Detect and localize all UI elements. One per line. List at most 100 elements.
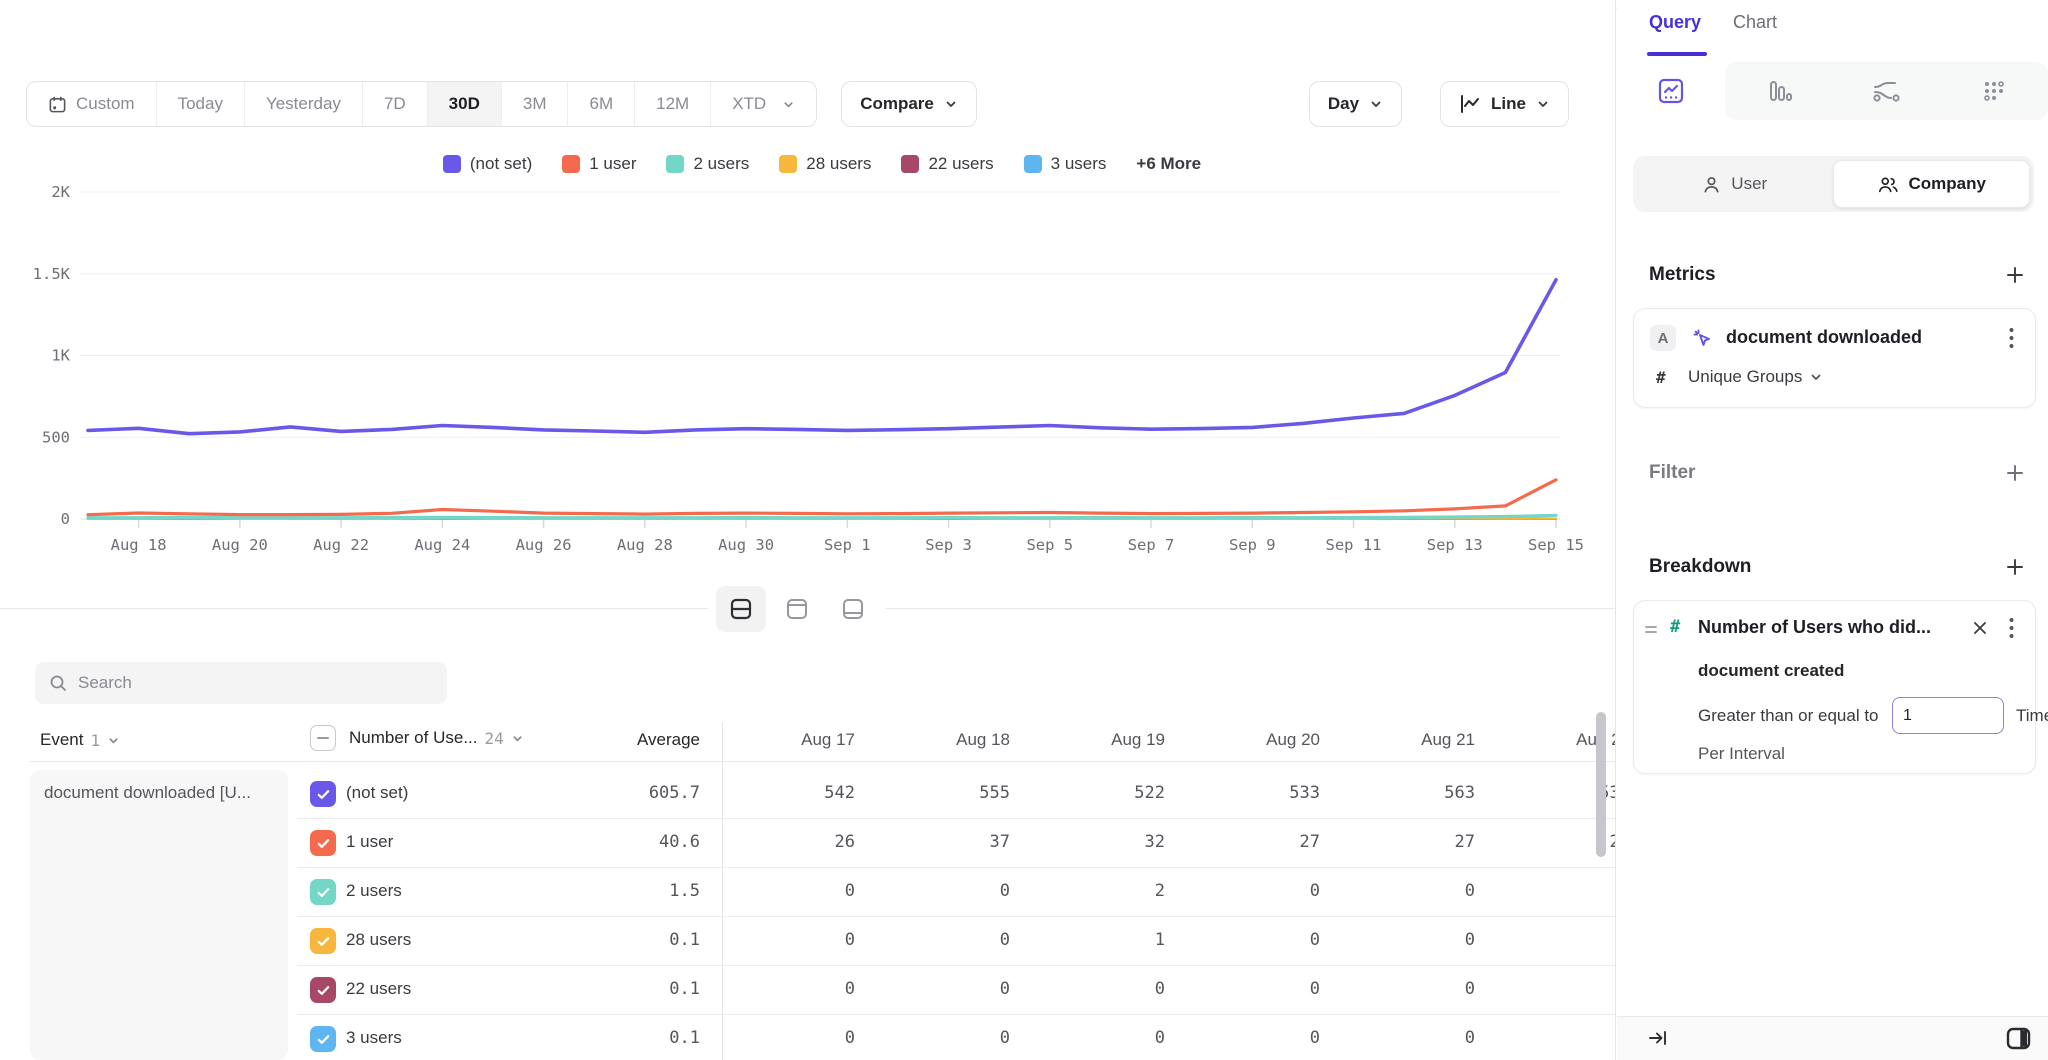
drag-handle-icon[interactable] xyxy=(1644,623,1658,641)
cell-value: 1 xyxy=(1035,930,1165,950)
table-row[interactable]: (not set)605.7542555522533563536 xyxy=(297,770,1616,819)
filter-section-title: Filter xyxy=(1649,462,1695,484)
range-button-7d[interactable]: 7D xyxy=(362,82,427,126)
chart-type-bar-tab[interactable] xyxy=(1725,62,1833,120)
series-checkbox[interactable] xyxy=(310,1026,336,1052)
event-count: 1 xyxy=(90,731,100,750)
range-button-6m[interactable]: 6M xyxy=(567,82,634,126)
table-row[interactable]: 1 user40.6263732272728 xyxy=(297,819,1616,868)
table-row[interactable]: 22 users0.1000000 xyxy=(297,966,1616,1015)
y-axis-tick-label: 500 xyxy=(42,428,70,446)
collapse-panel-icon[interactable] xyxy=(1647,1027,1669,1054)
main-content: Custom Today Yesterday7D 30D 3M 6M 12MXTD Comp… xyxy=(0,0,1616,1060)
chevron-down-icon xyxy=(1809,370,1823,384)
breakdown-kebab-menu[interactable] xyxy=(1999,615,2023,641)
event-column-header[interactable]: Event 1 xyxy=(40,730,120,750)
layout-split-button[interactable] xyxy=(716,586,766,632)
group-type-user[interactable]: User xyxy=(1637,160,1833,208)
cell-value: 0 xyxy=(725,1028,855,1048)
chart-type-inactive-group xyxy=(1725,62,2048,120)
series-header-label: Number of Use... xyxy=(349,728,478,748)
group-type-company[interactable]: Company xyxy=(1833,160,2031,208)
cell-value: 0 xyxy=(725,930,855,950)
tab-query[interactable]: Query xyxy=(1649,12,1701,33)
tab-chart[interactable]: Chart xyxy=(1733,12,1777,33)
breakdown-section-title: Breakdown xyxy=(1649,556,1751,578)
breakdown-condition-label[interactable]: Greater than or equal to xyxy=(1698,706,1879,726)
table-row[interactable]: 28 users0.1001000 xyxy=(297,917,1616,966)
compare-button[interactable]: Compare xyxy=(841,81,977,127)
range-button-xtd[interactable]: XTD xyxy=(710,82,816,126)
add-breakdown-button[interactable] xyxy=(2002,554,2028,580)
series-label: 28 users xyxy=(346,930,411,950)
measure-dropdown[interactable]: Unique Groups xyxy=(1688,367,1823,387)
average-value: 605.7 xyxy=(560,783,700,803)
layout-chart-only-button[interactable] xyxy=(772,586,822,632)
interval-dropdown[interactable]: Day xyxy=(1309,81,1402,127)
breakdown-close-button[interactable] xyxy=(1969,617,1991,639)
cell-value: 0 xyxy=(880,979,1010,999)
range-label: 6M xyxy=(589,94,613,114)
cell-value: 533 xyxy=(1190,783,1320,803)
range-label: Custom xyxy=(76,94,135,114)
cell-value: 27 xyxy=(1345,832,1475,852)
table-row[interactable]: 2 users1.5002000 xyxy=(297,868,1616,917)
metric-event-name[interactable]: document downloaded xyxy=(1726,327,1922,348)
add-metric-button[interactable] xyxy=(2002,262,2028,288)
x-axis-tick-label: Aug 26 xyxy=(516,536,572,554)
range-button-30d[interactable]: 30D xyxy=(427,82,501,126)
cell-value: 37 xyxy=(880,832,1010,852)
add-filter-button[interactable] xyxy=(2002,460,2028,486)
line-chart: 05001K1.5K2KAug 18Aug 20Aug 22Aug 24Aug … xyxy=(0,140,1616,560)
cell-value: 0 xyxy=(880,881,1010,901)
range-label: Today xyxy=(178,94,223,114)
series-checkbox[interactable] xyxy=(310,928,336,954)
layout-table-only-button[interactable] xyxy=(828,586,878,632)
series-checkbox[interactable] xyxy=(310,879,336,905)
chart-type-tabs xyxy=(1617,62,2048,120)
panel-footer xyxy=(1617,1016,2048,1060)
breakdown-event-name[interactable]: document created xyxy=(1698,661,1844,681)
chevron-down-icon xyxy=(1369,97,1383,111)
table-header-divider xyxy=(30,761,1616,762)
date-column-header: Aug 19 xyxy=(1035,730,1165,750)
x-axis-tick-label: Sep 1 xyxy=(824,536,871,554)
breakdown-per-interval-label[interactable]: Per Interval xyxy=(1698,744,1785,764)
cell-value: 0 xyxy=(1190,930,1320,950)
select-all-checkbox[interactable] xyxy=(310,725,336,751)
toolbar-spacer xyxy=(977,81,1309,127)
series-label: 1 user xyxy=(346,832,393,852)
cell-value: 0 xyxy=(1035,1028,1165,1048)
breakdown-value-input[interactable] xyxy=(1892,697,2004,734)
kebab-icon xyxy=(2009,617,2014,639)
chart-style-dropdown[interactable]: Line xyxy=(1440,81,1569,127)
chart-type-flow-tab[interactable] xyxy=(1833,62,1941,120)
range-button-yesterday[interactable]: Yesterday xyxy=(244,82,362,126)
range-button-today[interactable]: Today xyxy=(156,82,244,126)
series-checkbox[interactable] xyxy=(310,781,336,807)
chart-type-dots-tab[interactable] xyxy=(1940,62,2048,120)
y-axis-tick-label: 0 xyxy=(61,510,70,528)
series-column-header[interactable]: Number of Use... 24 xyxy=(310,725,524,751)
range-button-12m[interactable]: 12M xyxy=(634,82,710,126)
search-input[interactable] xyxy=(78,673,433,693)
flow-chart-icon xyxy=(1870,76,1902,106)
range-button-3m[interactable]: 3M xyxy=(501,82,568,126)
metric-kebab-menu[interactable] xyxy=(1999,325,2023,351)
table-vertical-scrollbar[interactable] xyxy=(1596,712,1606,857)
users-icon xyxy=(1877,175,1899,194)
event-name-cell[interactable]: document downloaded [U... xyxy=(30,770,288,1060)
series-checkbox[interactable] xyxy=(310,830,336,856)
cell-value: 542 xyxy=(725,783,855,803)
range-button-custom[interactable]: Custom xyxy=(27,82,156,126)
breakdown-card: # Number of Users who did... document cr… xyxy=(1633,600,2036,774)
chart-type-line-tab[interactable] xyxy=(1617,62,1725,120)
sidebar-toggle-icon[interactable] xyxy=(2005,1025,2032,1057)
series-checkbox[interactable] xyxy=(310,977,336,1003)
group-type-user-label: User xyxy=(1731,174,1767,194)
search-box[interactable] xyxy=(35,662,447,704)
range-label: 30D xyxy=(449,94,480,114)
table-row[interactable]: 3 users0.1000000 xyxy=(297,1015,1616,1060)
y-axis-tick-label: 1.5K xyxy=(33,265,71,283)
breakdown-property-name[interactable]: Number of Users who did... xyxy=(1698,617,1931,638)
